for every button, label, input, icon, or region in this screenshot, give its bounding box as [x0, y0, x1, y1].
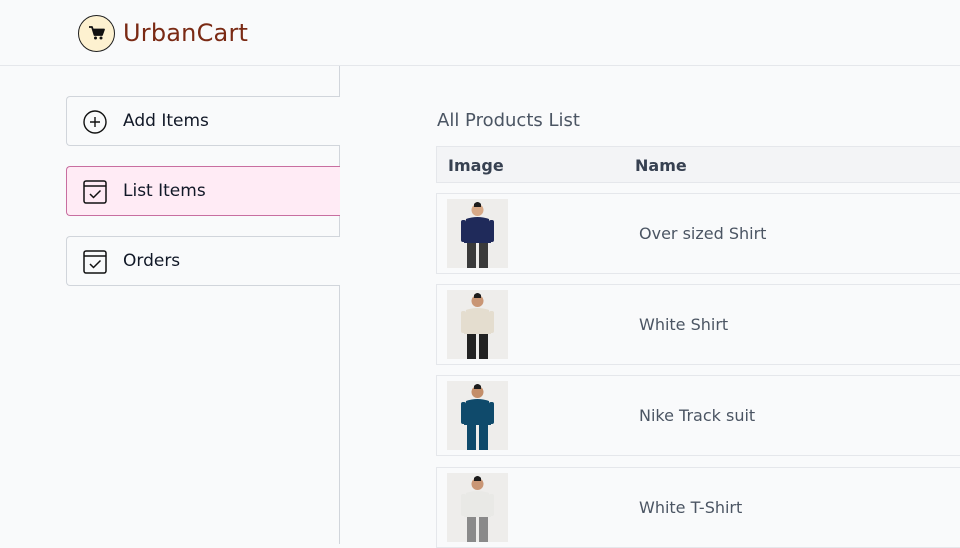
product-name: Nike Track suit [639, 406, 756, 425]
table-row[interactable]: White T-Shirt [436, 467, 960, 548]
product-image [447, 473, 508, 542]
cart-icon [78, 14, 115, 52]
checkbox-icon [83, 180, 107, 204]
checkbox-icon [83, 250, 107, 274]
table-row[interactable]: White Shirt [436, 284, 960, 365]
sidebar-item-label: List Items [123, 181, 206, 201]
product-name: Over sized Shirt [639, 224, 767, 243]
sidebar-item-label: Orders [123, 251, 181, 271]
column-header-image: Image [448, 156, 504, 175]
sidebar-item-orders[interactable]: Orders [66, 236, 340, 286]
product-name: White T-Shirt [639, 498, 743, 517]
column-header-name: Name [635, 156, 687, 175]
top-header: UrbanCart [0, 0, 960, 66]
sidebar-item-list-items[interactable]: List Items [66, 166, 340, 216]
page-title: All Products List [437, 110, 580, 131]
sidebar-item-add-items[interactable]: Add Items [66, 96, 340, 146]
sidebar-item-label: Add Items [123, 111, 209, 131]
brand-logo[interactable]: UrbanCart [78, 14, 248, 52]
table-header: Image Name [436, 146, 960, 183]
table-row[interactable]: Over sized Shirt [436, 193, 960, 274]
plus-circle-icon [83, 110, 107, 134]
product-name: White Shirt [639, 315, 729, 334]
product-image [447, 199, 508, 268]
table-row[interactable]: Nike Track suit [436, 375, 960, 456]
sidebar: Add Items List Items Orders [0, 66, 340, 544]
brand-name: UrbanCart [123, 19, 249, 47]
product-image [447, 290, 508, 359]
product-image [447, 381, 508, 450]
main-content: All Products List Image Name Over sized … [340, 66, 960, 548]
